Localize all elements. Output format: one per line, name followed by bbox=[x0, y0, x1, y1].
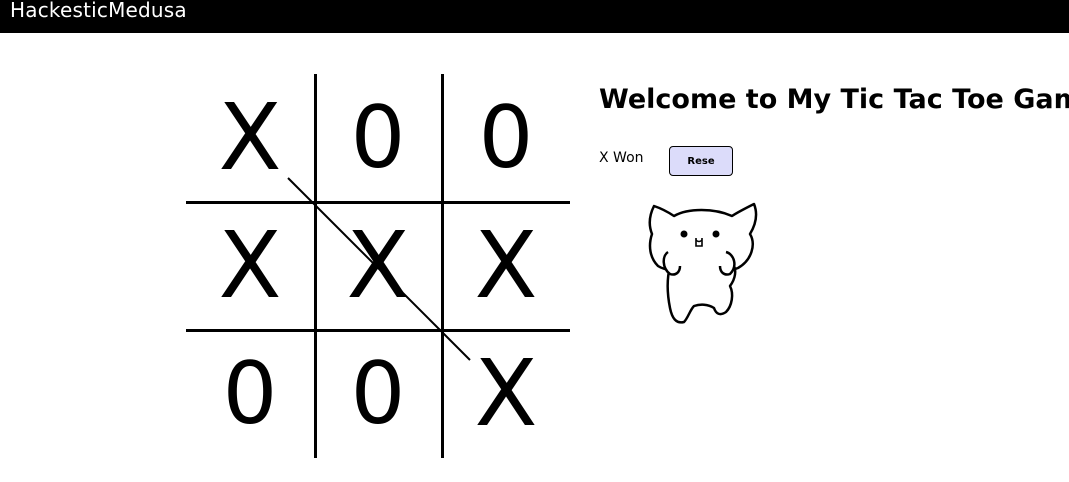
reset-button[interactable]: Rese bbox=[669, 146, 733, 176]
top-nav-bar: HackesticMedusa bbox=[0, 0, 1069, 33]
tic-tac-toe-board: X 0 0 X X X 0 0 X bbox=[186, 74, 570, 458]
board-cell-8[interactable]: 0 bbox=[314, 330, 442, 458]
board-cell-7[interactable]: 0 bbox=[186, 330, 314, 458]
page-title: Welcome to My Tic Tac Toe Game bbox=[599, 84, 1069, 115]
board-cell-6[interactable]: X bbox=[442, 202, 570, 330]
board-cell-5[interactable]: X bbox=[314, 202, 442, 330]
cat-sticker-icon bbox=[648, 202, 758, 324]
board-cell-3[interactable]: 0 bbox=[442, 74, 570, 202]
board-cell-1[interactable]: X bbox=[186, 74, 314, 202]
board-cell-2[interactable]: 0 bbox=[314, 74, 442, 202]
game-status: X Won bbox=[599, 150, 644, 166]
board-cell-9[interactable]: X bbox=[442, 330, 570, 458]
board-cell-4[interactable]: X bbox=[186, 202, 314, 330]
brand-name[interactable]: HackesticMedusa bbox=[10, 0, 187, 25]
